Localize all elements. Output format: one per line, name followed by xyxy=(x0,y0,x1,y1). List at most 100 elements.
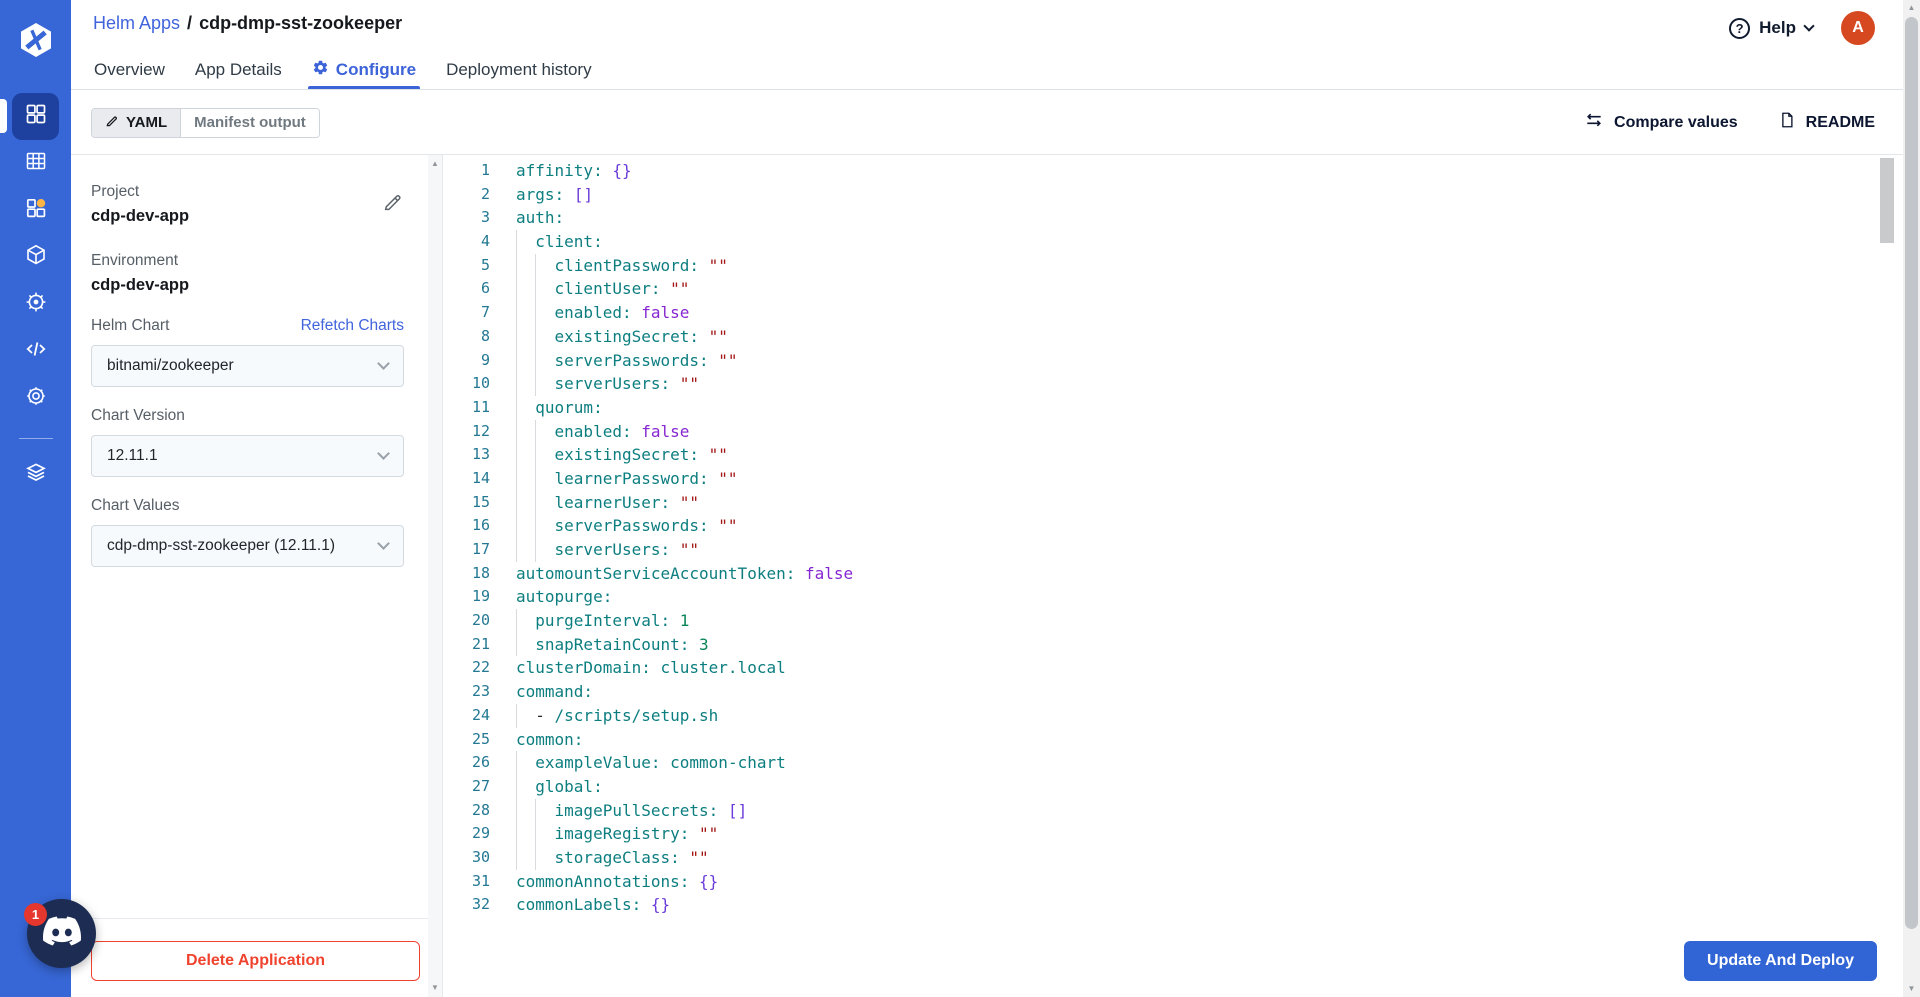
code-line[interactable]: 28 imagePullSecrets: [] xyxy=(443,798,1903,823)
line-content: global: xyxy=(516,774,603,799)
rail-item-resource-browser[interactable] xyxy=(12,234,59,281)
delete-application-button[interactable]: Delete Application xyxy=(91,941,420,981)
code-line[interactable]: 5 clientPassword: "" xyxy=(443,253,1903,278)
compare-values-button[interactable]: Compare values xyxy=(1584,110,1738,135)
tab-overview[interactable]: Overview xyxy=(94,51,165,89)
editor-scrollbar-thumb[interactable] xyxy=(1880,158,1894,243)
code-line[interactable]: 30 storageClass: "" xyxy=(443,845,1903,870)
tab-configure[interactable]: Configure xyxy=(307,51,421,89)
tab-deployment-history[interactable]: Deployment history xyxy=(446,51,592,89)
line-content: commonLabels: {} xyxy=(516,895,671,915)
rail-item-security[interactable] xyxy=(12,281,59,328)
scroll-up-arrow-icon[interactable]: ▲ xyxy=(431,160,439,168)
code-line[interactable]: 22 clusterDomain: cluster.local xyxy=(443,656,1903,680)
indent-guide xyxy=(535,845,554,870)
code-line[interactable]: 20 purgeInterval: 1 xyxy=(443,609,1903,633)
discord-icon xyxy=(42,912,81,955)
code-line[interactable]: 2 args: [] xyxy=(443,183,1903,207)
chart-values-select[interactable]: cdp-dmp-sst-zookeeper (12.11.1) xyxy=(91,525,404,567)
code-line[interactable]: 13 existingSecret: "" xyxy=(443,443,1903,467)
scroll-down-arrow-icon[interactable]: ▼ xyxy=(1903,985,1920,993)
code-line[interactable]: 1 affinity: {} xyxy=(443,159,1903,183)
code-line[interactable]: 15 learnerUser: "" xyxy=(443,490,1903,515)
page-scrollbar[interactable]: ▲ ▼ xyxy=(1903,0,1920,997)
update-and-deploy-button[interactable]: Update And Deploy xyxy=(1684,941,1877,981)
devtron-logo[interactable] xyxy=(16,20,56,65)
code-line[interactable]: 31 commonAnnotations: {} xyxy=(443,870,1903,894)
rail-item-code[interactable] xyxy=(12,328,59,375)
indent-guide xyxy=(535,372,554,396)
chart-version-label: Chart Version xyxy=(91,407,185,424)
tab-app-details[interactable]: App Details xyxy=(195,51,282,89)
breadcrumb-current: cdp-dmp-sst-zookeeper xyxy=(199,13,403,33)
code-line[interactable]: 26 exampleValue: common-chart xyxy=(443,751,1903,775)
scroll-up-arrow-icon[interactable]: ▲ xyxy=(1903,4,1920,12)
avatar[interactable]: A xyxy=(1841,11,1875,45)
rail-item-global-config[interactable] xyxy=(12,375,59,422)
line-number: 12 xyxy=(471,421,490,440)
helm-chart-select[interactable]: bitnami/zookeeper xyxy=(91,345,404,387)
readme-button[interactable]: README xyxy=(1778,110,1875,135)
code-line[interactable]: 9 serverPasswords: "" xyxy=(443,348,1903,373)
line-content: commonAnnotations: {} xyxy=(516,871,719,891)
code-line[interactable]: 3 auth: xyxy=(443,206,1903,230)
chart-config-panel: Project cdp-dev-app Environment cdp-dev-… xyxy=(71,155,428,997)
code-line[interactable]: 25 common: xyxy=(443,728,1903,752)
code-line[interactable]: 8 existingSecret: "" xyxy=(443,324,1903,349)
code-icon xyxy=(24,337,48,366)
line-content: existingSecret: "" xyxy=(516,443,728,467)
jobs-table-icon xyxy=(24,149,48,178)
code-line[interactable]: 19 autopurge: xyxy=(443,585,1903,609)
panel-scrollbar[interactable]: ▲ ▼ xyxy=(428,155,443,997)
chart-version-select[interactable]: 12.11.1 xyxy=(91,435,404,477)
code-line[interactable]: 23 command: xyxy=(443,680,1903,704)
yaml-toggle-button[interactable]: YAML xyxy=(92,108,181,137)
code-line[interactable]: 10 serverUsers: "" xyxy=(443,372,1903,396)
code-line[interactable]: 14 learnerPassword: "" xyxy=(443,466,1903,491)
code-line[interactable]: 32 commonLabels: {} xyxy=(443,893,1903,917)
refetch-charts-link[interactable]: Refetch Charts xyxy=(301,317,404,335)
line-content: snapRetainCount: 3 xyxy=(516,632,709,657)
yaml-editor[interactable]: 1 affinity: {} 2 args: [] 3 auth: 4 client: 5 cli… xyxy=(443,155,1903,997)
rail-item-applications[interactable] xyxy=(0,93,59,140)
edit-pencil-icon[interactable] xyxy=(382,191,404,218)
line-content: client: xyxy=(516,230,603,254)
indent-guide xyxy=(535,348,554,373)
environment-label: Environment xyxy=(91,252,179,269)
breadcrumb-parent-link[interactable]: Helm Apps xyxy=(93,13,180,34)
line-content: purgeInterval: 1 xyxy=(516,609,689,633)
indent-guide xyxy=(535,514,554,538)
indent-guide xyxy=(516,609,535,633)
code-line[interactable]: 12 enabled: false xyxy=(443,419,1903,444)
code-line[interactable]: 4 client: xyxy=(443,230,1903,254)
code-line[interactable]: 7 enabled: false xyxy=(443,301,1903,325)
line-number: 23 xyxy=(471,682,490,701)
line-number: 20 xyxy=(471,611,490,630)
help-menu[interactable]: ? Help xyxy=(1729,17,1815,39)
line-content: storageClass: "" xyxy=(516,845,709,870)
code-line[interactable]: 17 serverUsers: "" xyxy=(443,538,1903,562)
configure-toolbar: YAML Manifest output Compare values READ… xyxy=(71,91,1903,155)
code-line[interactable]: 11 quorum: xyxy=(443,395,1903,420)
manifest-output-toggle-button[interactable]: Manifest output xyxy=(180,108,319,137)
code-line[interactable]: 21 snapRetainCount: 3 xyxy=(443,632,1903,657)
breadcrumb-separator: / xyxy=(187,13,193,33)
code-line[interactable]: 29 imageRegistry: "" xyxy=(443,822,1903,846)
code-line[interactable]: 24 - /scripts/setup.sh xyxy=(443,703,1903,728)
indent-guide xyxy=(516,348,535,373)
rail-item-jobs[interactable] xyxy=(12,140,59,187)
code-line[interactable]: 16 serverPasswords: "" xyxy=(443,514,1903,538)
code-line[interactable]: 18 automountServiceAccountToken: false xyxy=(443,562,1903,586)
code-line[interactable]: 27 global: xyxy=(443,774,1903,799)
indent-guide xyxy=(535,466,554,491)
page-scrollbar-thumb[interactable] xyxy=(1905,17,1918,929)
rail-item-stack-manager[interactable] xyxy=(12,451,59,498)
code-line[interactable]: 6 clientUser: "" xyxy=(443,277,1903,302)
discord-chat-button[interactable]: 1 xyxy=(24,899,96,968)
scroll-down-arrow-icon[interactable]: ▼ xyxy=(431,984,439,992)
line-number: 1 xyxy=(480,161,490,179)
rail-item-chart-store[interactable] xyxy=(12,187,59,234)
line-number: 2 xyxy=(480,184,490,203)
line-number: 24 xyxy=(471,705,490,724)
gear-icon xyxy=(24,384,48,413)
